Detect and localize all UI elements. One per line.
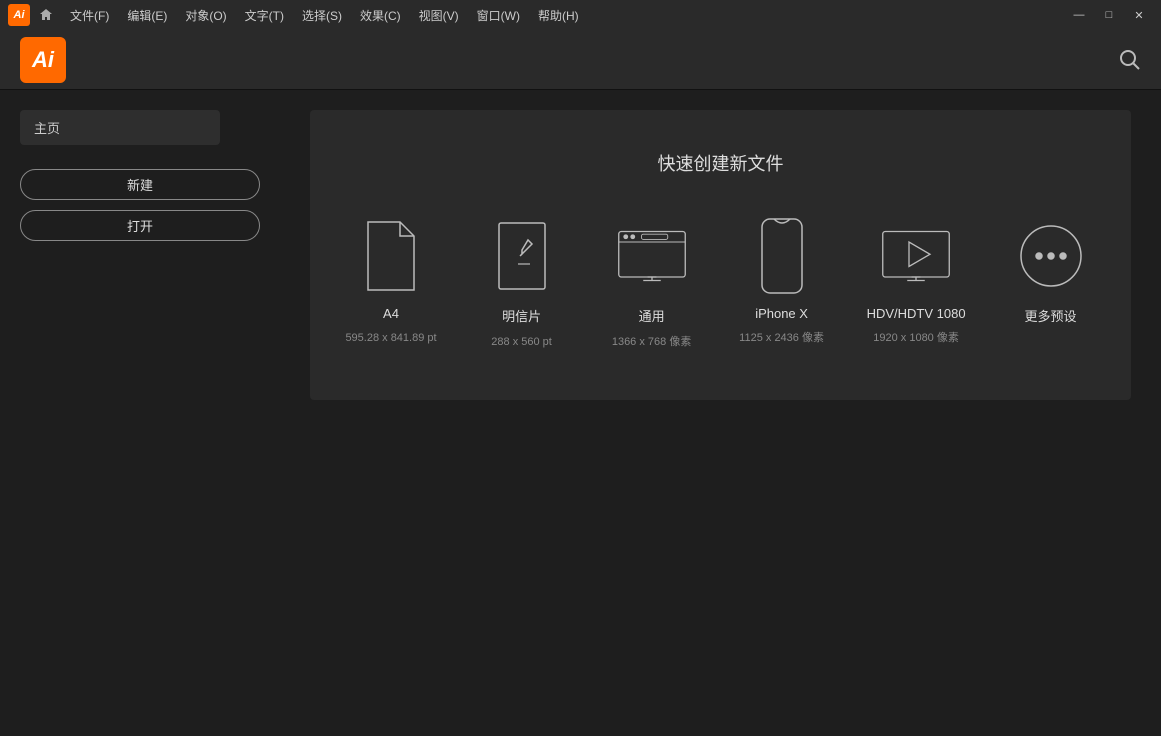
menu-item[interactable]: 效果(C) bbox=[352, 5, 409, 26]
title-bar: Ai 文件(F)编辑(E)对象(O)文字(T)选择(S)效果(C)视图(V)窗口… bbox=[0, 0, 1161, 30]
menu-bar: 文件(F)编辑(E)对象(O)文字(T)选择(S)效果(C)视图(V)窗口(W)… bbox=[62, 5, 587, 26]
menu-item[interactable]: 编辑(E) bbox=[119, 5, 175, 26]
preset-size-postcard: 288 x 560 pt bbox=[491, 335, 552, 350]
panel-title: 快速创建新文件 bbox=[340, 150, 1101, 176]
close-button[interactable]: ✕ bbox=[1125, 6, 1153, 24]
preset-size-iphone: 1125 x 2436 像素 bbox=[739, 331, 824, 346]
preset-more[interactable]: 更多预设 bbox=[1006, 216, 1096, 335]
menu-item[interactable]: 窗口(W) bbox=[469, 5, 528, 26]
preset-name-iphone: iPhone X bbox=[755, 306, 808, 321]
menu-item[interactable]: 选择(S) bbox=[294, 5, 350, 26]
search-icon[interactable] bbox=[1119, 49, 1141, 71]
title-bar-controls: — □ ✕ bbox=[1065, 6, 1153, 24]
content-area: 快速创建新文件 A4 595.28 x 841.89 pt bbox=[280, 90, 1161, 736]
preset-name-universal: 通用 bbox=[639, 306, 665, 325]
ai-logo-big: Ai bbox=[20, 37, 66, 83]
minimize-button[interactable]: — bbox=[1065, 6, 1093, 24]
sidebar: 主页 新建 打开 bbox=[0, 90, 280, 736]
menu-item[interactable]: 文件(F) bbox=[62, 5, 117, 26]
preset-icon-universal bbox=[617, 216, 687, 296]
title-bar-left: Ai 文件(F)编辑(E)对象(O)文字(T)选择(S)效果(C)视图(V)窗口… bbox=[8, 4, 587, 26]
menu-item[interactable]: 帮助(H) bbox=[530, 5, 587, 26]
preset-icon-iphone bbox=[747, 216, 817, 296]
preset-icon-postcard bbox=[487, 216, 557, 296]
sidebar-buttons: 新建 打开 bbox=[20, 169, 260, 251]
new-button[interactable]: 新建 bbox=[20, 169, 260, 200]
preset-iphone[interactable]: iPhone X 1125 x 2436 像素 bbox=[737, 216, 827, 346]
preset-hdv[interactable]: HDV/HDTV 1080 1920 x 1080 像素 bbox=[867, 216, 966, 346]
maximize-button[interactable]: □ bbox=[1095, 6, 1123, 24]
header-bar: Ai bbox=[0, 30, 1161, 90]
preset-universal[interactable]: 通用 1366 x 768 像素 bbox=[607, 216, 697, 350]
preset-name-hdv: HDV/HDTV 1080 bbox=[867, 306, 966, 321]
preset-name-a4: A4 bbox=[383, 306, 399, 321]
preset-icon-hdv bbox=[881, 216, 951, 296]
preset-size-a4: 595.28 x 841.89 pt bbox=[345, 331, 436, 346]
preset-icon-a4 bbox=[356, 216, 426, 296]
preset-name-more: 更多预设 bbox=[1025, 306, 1077, 325]
menu-item[interactable]: 视图(V) bbox=[411, 5, 467, 26]
preset-size-hdv: 1920 x 1080 像素 bbox=[873, 331, 959, 346]
ai-logo-small: Ai bbox=[8, 4, 30, 26]
presets-row: A4 595.28 x 841.89 pt 明信片 bbox=[340, 216, 1101, 350]
open-button[interactable]: 打开 bbox=[20, 210, 260, 241]
preset-name-postcard: 明信片 bbox=[502, 306, 541, 325]
main-layout: 主页 新建 打开 快速创建新文件 A4 595.28 x 841. bbox=[0, 90, 1161, 736]
menu-item[interactable]: 文字(T) bbox=[237, 5, 292, 26]
preset-postcard[interactable]: 明信片 288 x 560 pt bbox=[477, 216, 567, 350]
preset-icon-more bbox=[1016, 216, 1086, 296]
preset-a4[interactable]: A4 595.28 x 841.89 pt bbox=[345, 216, 436, 346]
menu-item[interactable]: 对象(O) bbox=[177, 5, 234, 26]
quick-create-panel: 快速创建新文件 A4 595.28 x 841.89 pt bbox=[310, 110, 1131, 400]
sidebar-section-label: 主页 bbox=[20, 110, 220, 145]
preset-size-universal: 1366 x 768 像素 bbox=[612, 335, 692, 350]
home-icon[interactable] bbox=[36, 5, 56, 25]
